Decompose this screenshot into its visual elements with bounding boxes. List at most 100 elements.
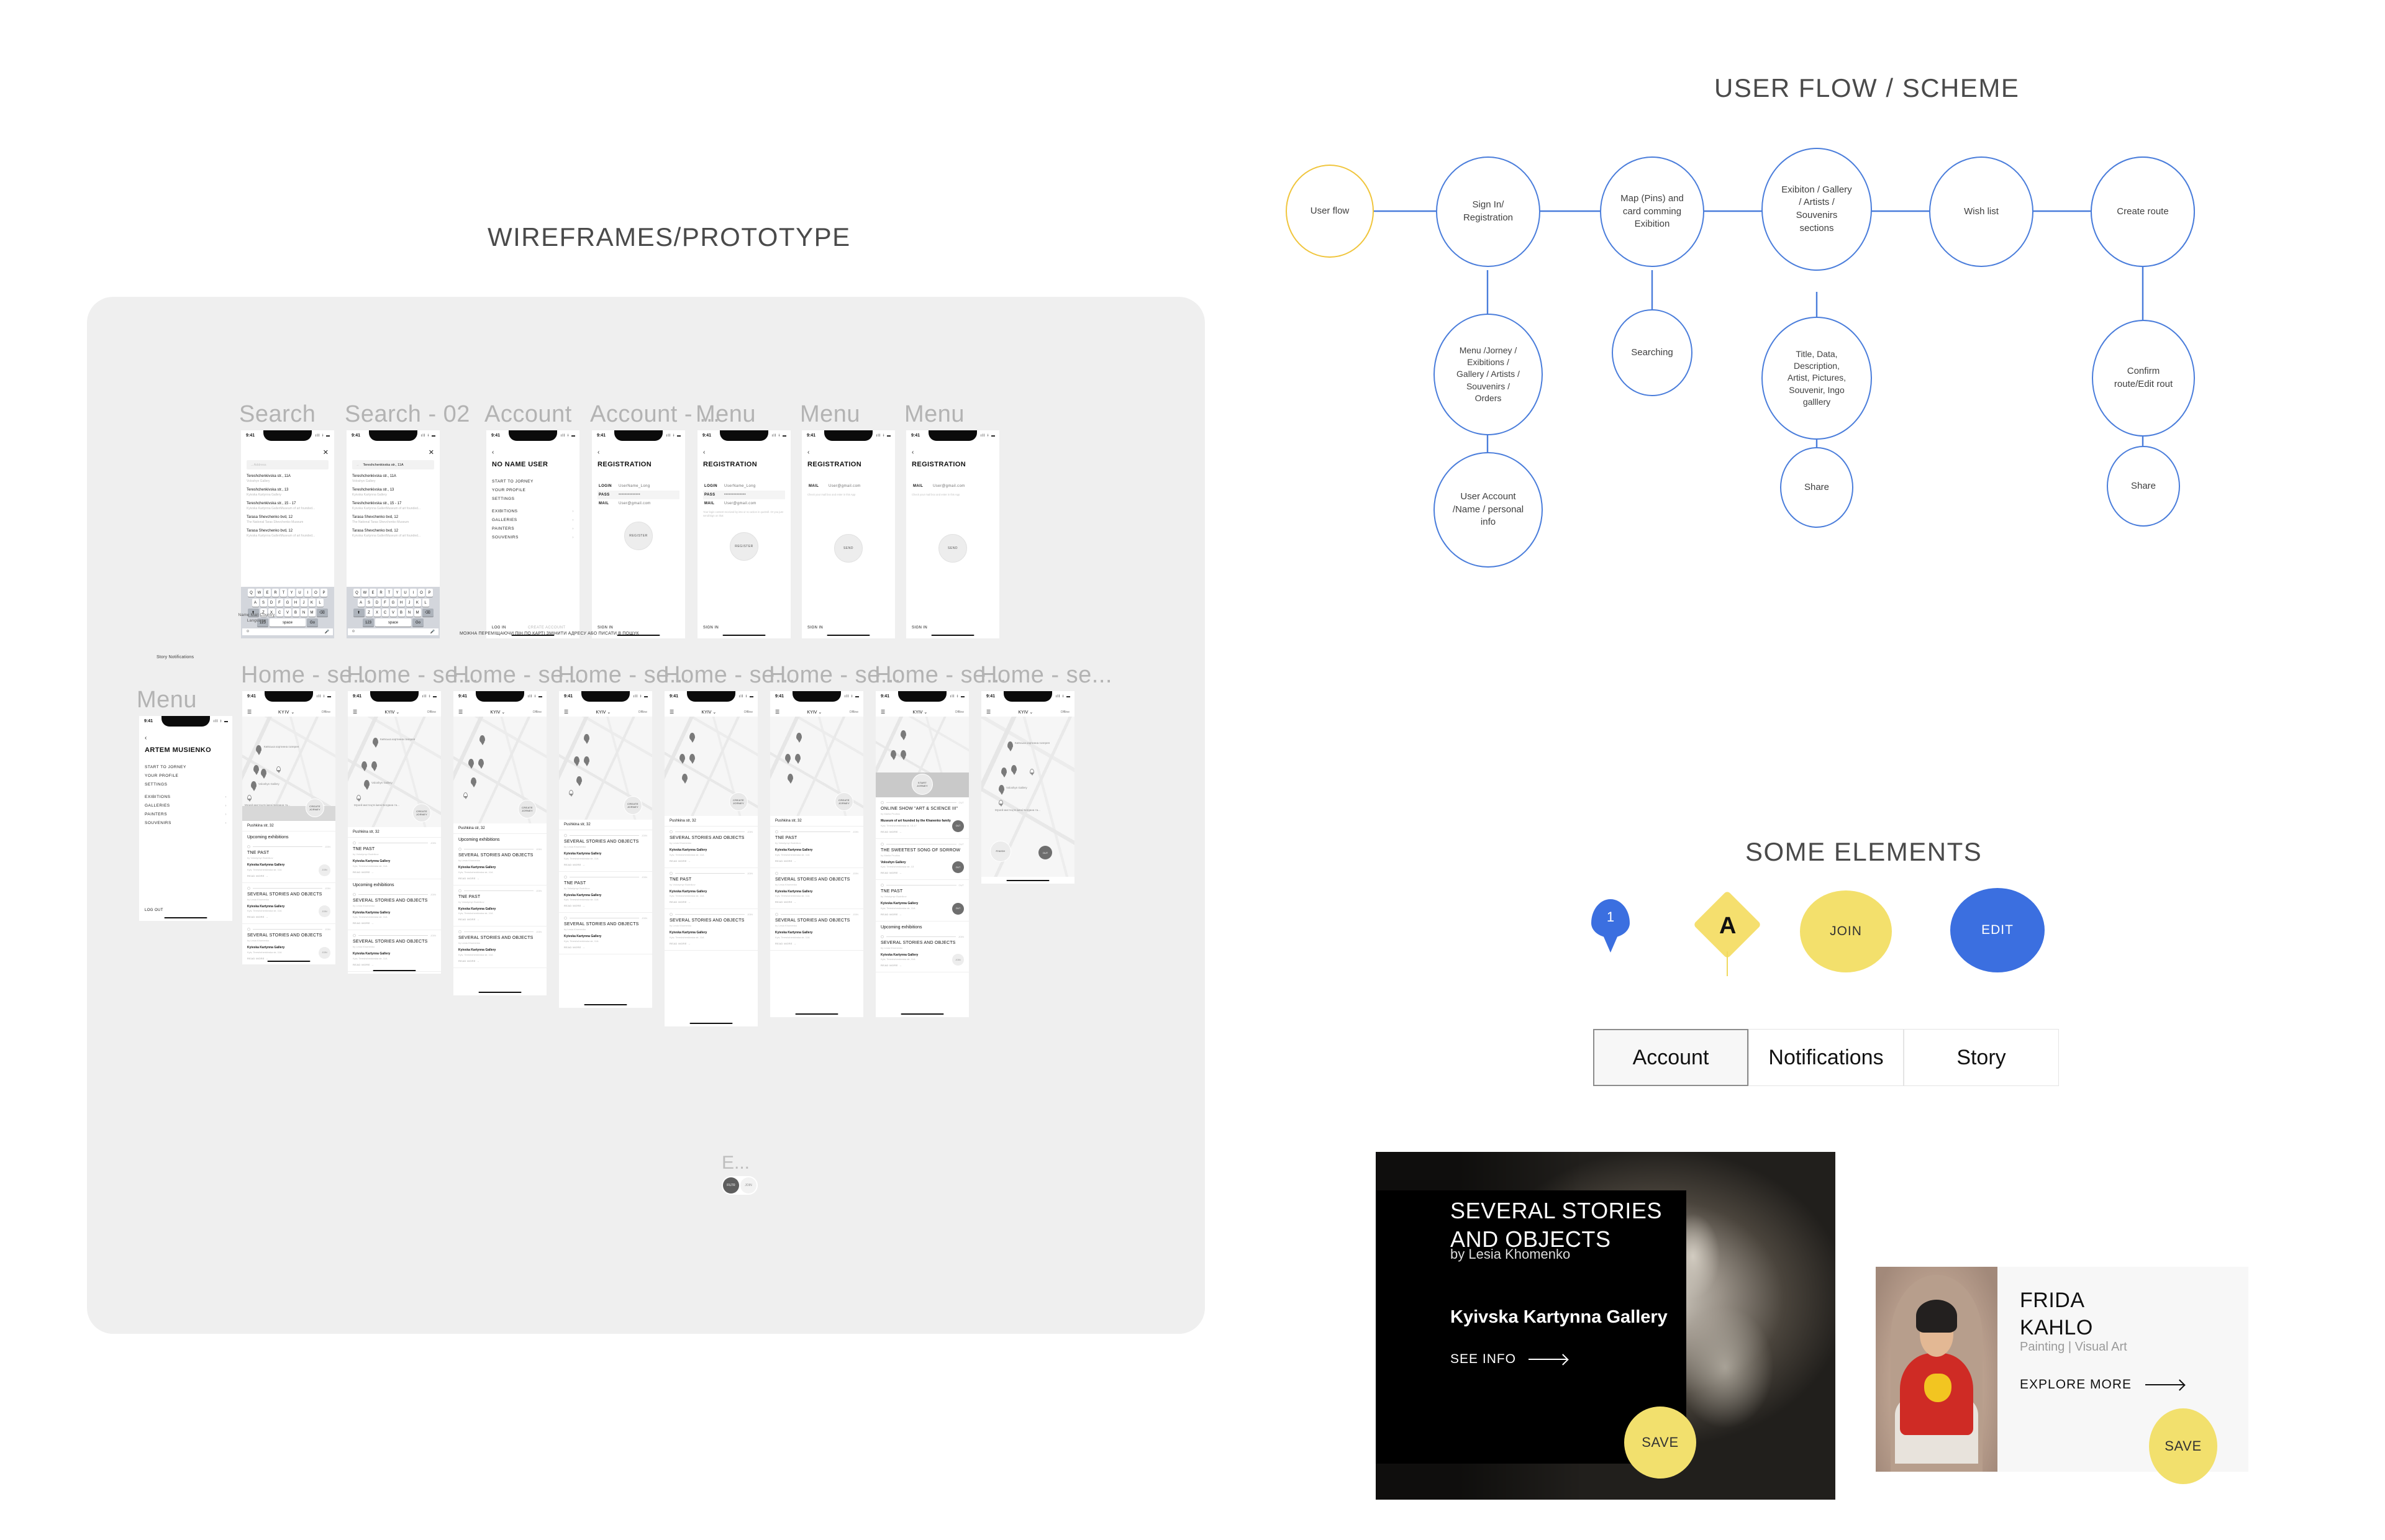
tab-story[interactable]: Story (1904, 1029, 2059, 1086)
tab-bar[interactable]: Account Notifications Story (1593, 1029, 2059, 1086)
map-pin[interactable] (584, 756, 589, 764)
map-view[interactable]: CREATE JORNEY (770, 717, 863, 816)
map-view-full[interactable]: Київська картинна галерея Voloshyn Galle… (981, 717, 1074, 877)
city-selector[interactable]: KYIV ⌄ (913, 710, 928, 715)
mail-field[interactable]: MAIL User@gmail.com (912, 482, 994, 491)
city-selector[interactable]: KYIV ⌄ (807, 710, 822, 715)
see-info-button[interactable]: SEE INFO (1450, 1352, 1568, 1367)
map-pin[interactable] (1011, 765, 1017, 772)
wireframe-screen-home-8[interactable]: 9:41 ıll ᚼ ▬ ☰ KYIV ⌄ Offline Київська к… (981, 691, 1074, 884)
map-pin[interactable] (785, 754, 791, 761)
exhibition-card[interactable]: JOIN SEVERAL STORIES AND OBJECTS by Lesi… (665, 827, 758, 868)
mail-field[interactable]: MAIL User@gmail.com (703, 499, 785, 508)
signin-link[interactable]: SIGN IN (597, 626, 613, 630)
exhibition-card[interactable]: JOIN TNE PAST by Volodymyr Budnikov Kyiv… (242, 841, 335, 883)
exhibition-card[interactable]: JOIN SEVERAL STORIES AND OBJECTS by Lesi… (665, 909, 758, 951)
exhibition-card-dark[interactable]: SEVERAL STORIES AND OBJECTS by Lesia Khom… (1376, 1152, 1835, 1500)
hamburger-icon[interactable]: ☰ (670, 709, 674, 715)
flow-node-user-flow[interactable]: User flow (1286, 165, 1374, 258)
exhibition-card[interactable]: JOIN SEVERAL STORIES AND OBJECTS by Lesi… (453, 844, 547, 886)
wireframe-screen-home-1[interactable]: 9:41 ıll ᚼ ▬ ☰ KYIV ⌄ Offline Київська к… (242, 691, 335, 964)
out-button[interactable]: OUT (952, 820, 964, 832)
wireframe-screen-registration-4[interactable]: 9:41 ıll ᚼ ▬ ‹ REGISTRATION MAIL User@gma… (906, 430, 999, 638)
map-pin[interactable] (679, 754, 685, 761)
join-button[interactable]: JOIN (319, 905, 330, 917)
map-pin[interactable] (795, 754, 801, 761)
map-pin[interactable] (788, 774, 793, 781)
map-pin[interactable] (371, 761, 377, 769)
tab-notifications[interactable]: Notifications (1748, 1029, 1904, 1086)
flow-node-share-1[interactable]: Share (1780, 447, 1853, 528)
map-pin-outline[interactable] (463, 792, 468, 798)
close-icon[interactable]: ✕ (352, 450, 434, 456)
city-selector[interactable]: KYIV ⌄ (596, 710, 611, 715)
register-button[interactable]: REGISTER (730, 532, 758, 561)
exhibition-card[interactable]: OUT TNE PAST by Volodymyr Budnikov Kyivs… (876, 880, 969, 922)
map-view[interactable]: Київська картинна галерея Voloshyn Galle… (242, 717, 335, 821)
map-pin[interactable] (364, 780, 370, 787)
map-pin[interactable] (251, 781, 257, 789)
flow-node-sign-in[interactable]: Sign In/ Registration (1436, 156, 1540, 267)
mail-field[interactable]: MAIL User@gmail.com (807, 482, 889, 491)
flow-node-sections[interactable]: Exibiton / Gallery / Artists / Souvenirs… (1761, 148, 1872, 271)
wireframe-screen-home-5[interactable]: 9:41 ıll ᚼ ▬ ☰ KYIV ⌄ Offline CREATE JORN… (665, 691, 758, 1026)
mail-field[interactable]: MAIL User@gmail.com (597, 499, 679, 508)
send-button[interactable]: SEND (938, 534, 967, 563)
wireframe-screen-search[interactable]: 9:41 ıll ᚼ ▬ ✕ → Address Tereshchenkivsk… (241, 430, 334, 638)
tab-account[interactable]: Account (1593, 1029, 1748, 1086)
address-bar[interactable]: Pushkina str, 32 (453, 823, 547, 834)
save-button[interactable]: SAVE (2149, 1408, 2217, 1484)
map-pin[interactable] (796, 733, 802, 740)
map-view[interactable]: CREATE JORNEY (665, 717, 758, 816)
city-selector[interactable]: KYIV ⌄ (491, 710, 506, 715)
flow-node-share-2[interactable]: Share (2107, 446, 2180, 527)
exhibition-card[interactable]: OUT ONLINE SHOW "ART & SCIENCE III" by M… (876, 797, 969, 839)
exhibition-card[interactable]: JOIN SEVERAL STORIES AND OBJECTS by Lesi… (770, 909, 863, 951)
exhibition-card[interactable]: JOIN TNE PAST by Volodymyr Budnikov Kyiv… (348, 838, 441, 879)
exhibition-card[interactable]: JOIN TNE PAST by Volodymyr Budnikov Kyiv… (665, 868, 758, 909)
map-pin[interactable] (253, 765, 259, 772)
map-pin[interactable] (689, 733, 695, 740)
exhibition-card[interactable]: JOIN SEVERAL STORIES AND OBJECTS by Lesi… (242, 924, 335, 964)
join-button[interactable]: JOIN (952, 954, 964, 966)
map-pin[interactable] (256, 745, 261, 753)
wireframe-screen-menu-sidebar[interactable]: 9:41 ıll ᚼ ▬ ‹ ARTEM MUSIENKO START TO J… (139, 716, 232, 921)
hamburger-icon[interactable]: ☰ (247, 709, 252, 715)
map-pin[interactable] (891, 750, 896, 758)
send-button[interactable]: SEND (834, 534, 863, 563)
logout-link[interactable]: LOG OUT (145, 908, 163, 912)
back-icon[interactable]: ‹ (807, 450, 889, 456)
map-pin-outline[interactable] (999, 800, 1003, 805)
map-view[interactable]: START JORNEY (876, 717, 969, 797)
city-selector[interactable]: KYIV ⌄ (702, 710, 717, 715)
flow-node-menu[interactable]: Menu /Jorney / Exibitions / Gallery / Ar… (1433, 314, 1543, 435)
map-pin[interactable] (999, 785, 1004, 792)
wireframe-screen-account[interactable]: 9:41 ıll ᚼ ▬ ‹ NO NAME USER START TO JOR… (486, 430, 579, 638)
hamburger-icon[interactable]: ☰ (986, 709, 991, 715)
map-pin[interactable] (682, 774, 688, 781)
filter-toggle-on[interactable]: FILTR (723, 1177, 739, 1194)
signin-link[interactable]: SIGN IN (912, 626, 927, 630)
wireframe-screen-search-02[interactable]: 9:41 ıll ᚼ ▬ ✕ → Tereshchenkivska str., … (347, 430, 440, 638)
password-field[interactable]: PASS •••••••••••••• (597, 491, 679, 499)
map-pin-outline[interactable] (357, 795, 361, 800)
map-pin[interactable] (373, 738, 378, 745)
city-selector[interactable]: KYIV ⌄ (1019, 710, 1034, 715)
hamburger-icon[interactable]: ☰ (458, 709, 463, 715)
login-field[interactable]: LOGIN UserName_Long (597, 482, 679, 491)
map-pin[interactable] (1007, 741, 1013, 749)
city-selector[interactable]: KYIV ⌄ (278, 710, 295, 715)
map-pin-outline[interactable] (276, 766, 281, 772)
create-journey-button[interactable]: CREATE JORNEY (729, 792, 748, 811)
close-icon[interactable]: ✕ (247, 450, 329, 456)
signin-link[interactable]: SIGN IN (703, 626, 719, 630)
address-bar[interactable]: Pushkina str, 32 (665, 816, 758, 827)
out-button[interactable]: OUT (952, 902, 964, 915)
back-icon[interactable]: ‹ (703, 450, 785, 456)
map-pin[interactable] (576, 776, 582, 784)
map-pin[interactable] (689, 754, 695, 761)
exhibition-card[interactable]: JOIN TNE PAST by Volodymyr Budnikov Kyiv… (453, 886, 547, 926)
out-button[interactable]: OUT (1038, 846, 1052, 859)
join-button[interactable]: JOIN (319, 864, 330, 876)
wireframe-screen-home-6[interactable]: 9:41 ıll ᚼ ▬ ☰ KYIV ⌄ Offline CREATE JORN… (770, 691, 863, 1017)
